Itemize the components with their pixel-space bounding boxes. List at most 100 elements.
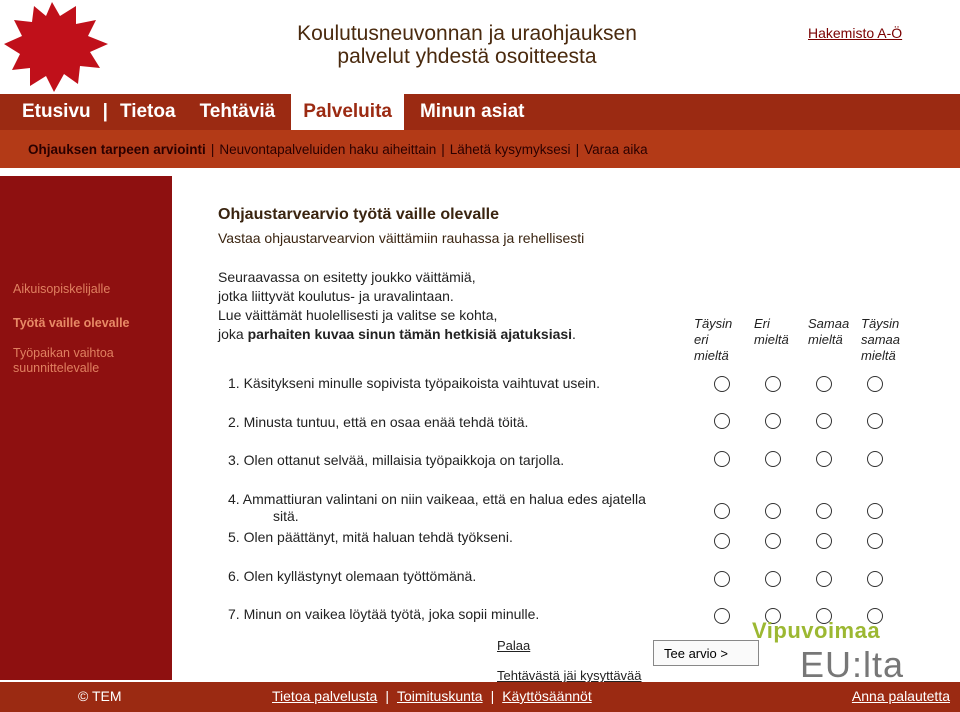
question-text: 3. Olen ottanut selvää, millaisia työpai… xyxy=(228,452,565,468)
eu-logo-top: Vipuvoimaa xyxy=(752,618,881,643)
radio-q1-tays-samaa[interactable] xyxy=(867,376,883,392)
question-text: 7. Minun on vaikea löytää työtä, joka so… xyxy=(228,606,540,622)
radio-q4-tays-eri[interactable] xyxy=(714,503,730,519)
page-title: Ohjaustarvearvio työtä vaille olevalle xyxy=(218,206,500,223)
scale-label: samaa xyxy=(861,332,901,347)
subnav-item-haku[interactable]: Neuvontapalveluiden haku aiheittain xyxy=(219,142,436,157)
subnav-separator: | xyxy=(210,141,215,157)
radio-q5-samaa[interactable] xyxy=(816,533,832,549)
site-title-line2: palvelut yhdestä osoitteesta xyxy=(337,45,597,68)
scale-header-tays-samaa: Täysin samaa mieltä xyxy=(861,316,900,364)
question-text: 6. Olen kyllästynyt olemaan työttömänä. xyxy=(228,568,477,584)
index-link[interactable]: Hakemisto A-Ö xyxy=(808,25,902,41)
nav-item-tehtavia[interactable]: Tehtäviä xyxy=(188,94,288,130)
page-subtitle: Vastaa ohjaustarvearvion väittämiin rauh… xyxy=(218,230,585,246)
question-7: 7. Minun on vaikea löytää työtä, joka so… xyxy=(228,606,539,623)
site-title: Koulutusneuvonnan ja uraohjauksen palvel… xyxy=(262,22,672,68)
footer-separator: | xyxy=(385,688,389,704)
radio-q3-eri[interactable] xyxy=(765,451,781,467)
radio-q4-samaa[interactable] xyxy=(816,503,832,519)
subnav-item-varaa-aika[interactable]: Varaa aika xyxy=(584,142,648,157)
radio-q4-eri[interactable] xyxy=(765,503,781,519)
sidebar: Aikuisopiskelijalle Työtä vaille olevall… xyxy=(0,176,172,680)
radio-q2-tays-samaa[interactable] xyxy=(867,413,883,429)
scale-label: eri xyxy=(694,332,709,347)
sidebar-item-tyopaikan-vaihto[interactable]: Työpaikan vaihtoa xyxy=(13,346,114,361)
question-text: 5. Olen päättänyt, mitä haluan tehdä työ… xyxy=(228,529,513,545)
radio-q3-tays-eri[interactable] xyxy=(714,451,730,467)
intro-emphasis: parhaiten kuvaa sinun tämän hetkisiä aja… xyxy=(247,326,573,342)
footer-separator: | xyxy=(490,688,495,704)
intro-line: Seuraavassa on esitetty joukko väittämiä… xyxy=(218,269,476,285)
sidebar-item-tyota-vaille[interactable]: Työtä vaille olevalle xyxy=(13,316,130,331)
intro-text: Seuraavassa on esitetty joukko väittämiä… xyxy=(218,268,576,344)
scale-label: Samaa xyxy=(808,316,850,331)
scale-header-tays-eri: Täysin eri mieltä xyxy=(694,316,732,364)
scale-label: mieltä xyxy=(808,332,843,347)
radio-q6-eri[interactable] xyxy=(765,571,781,587)
footer-links: Tietoa palvelusta | Toimituskunta | Käyttösä… xyxy=(272,688,592,704)
question-text-wrap: sitä. xyxy=(273,508,299,524)
feedback-link[interactable]: Anna palautetta xyxy=(852,688,950,704)
radio-q4-tays-samaa[interactable] xyxy=(867,503,883,519)
scale-label: mieltä xyxy=(861,348,896,363)
sidebar-item-aikuisopiskelija[interactable]: Aikuisopiskelijalle xyxy=(13,282,110,297)
subnav-separator: | xyxy=(441,141,445,157)
radio-q1-eri[interactable] xyxy=(765,376,781,392)
footer-link-tietoa[interactable]: Tietoa palvelusta xyxy=(272,688,377,704)
subnav-item-arviointi[interactable]: Ohjauksen tarpeen arviointi xyxy=(28,142,206,157)
radio-q7-tays-eri[interactable] xyxy=(714,608,730,624)
back-link[interactable]: Palaa xyxy=(497,638,530,653)
radio-q2-samaa[interactable] xyxy=(816,413,832,429)
subnav-separator: | xyxy=(575,141,580,157)
footer: © TEM Tietoa palvelusta | Toimituskunta | Kä… xyxy=(0,682,960,712)
scale-label: Eri xyxy=(754,316,770,331)
nav-item-etusivu[interactable]: Etusivu xyxy=(0,94,103,130)
radio-q2-tays-eri[interactable] xyxy=(714,413,730,429)
radio-q2-eri[interactable] xyxy=(765,413,781,429)
footer-link-kayttosaannot[interactable]: Käyttösäännöt xyxy=(502,688,592,704)
eu-logo: Vipuvoimaa EU:lta xyxy=(752,618,952,685)
radio-q3-tays-samaa[interactable] xyxy=(867,451,883,467)
nav-item-palveluita[interactable]: Palveluita xyxy=(291,94,404,130)
nav-item-tietoa[interactable]: Tietoa xyxy=(108,94,188,130)
intro-pre: joka xyxy=(218,326,248,342)
footer-link-toimituskunta[interactable]: Toimituskunta xyxy=(397,688,483,704)
question-3: 3. Olen ottanut selvää, millaisia työpai… xyxy=(228,452,564,469)
radio-q1-samaa[interactable] xyxy=(816,376,832,392)
radio-q3-samaa[interactable] xyxy=(816,451,832,467)
scale-header-eri: Eri mieltä xyxy=(754,316,789,348)
copyright: © TEM xyxy=(78,688,122,704)
submit-button[interactable]: Tee arvio > xyxy=(653,640,759,666)
main-nav: Etusivu | Tietoa Tehtäviä Palveluita Min… xyxy=(0,94,960,130)
question-2: 2. Minusta tuntuu, että en osaa enää teh… xyxy=(228,414,528,431)
sub-nav: Ohjauksen tarpeen arviointi | Neuvontapa… xyxy=(0,130,960,168)
scale-label: mieltä xyxy=(694,348,729,363)
subnav-item-laheta[interactable]: Lähetä kysymyksesi xyxy=(450,142,571,157)
scale-label: Täysin xyxy=(861,316,900,331)
question-1: 1. Käsitykseni minulle sopivista työpaik… xyxy=(228,375,600,392)
question-5: 5. Olen päättänyt, mitä haluan tehdä työ… xyxy=(228,529,513,546)
radio-q6-samaa[interactable] xyxy=(816,571,832,587)
question-text: 2. Minusta tuntuu, että en osaa enää teh… xyxy=(228,414,529,430)
radio-q1-tays-eri[interactable] xyxy=(714,376,730,392)
sidebar-item-tyopaikan-vaihto-cont[interactable]: suunnittelevalle xyxy=(13,361,99,376)
intro-post: . xyxy=(572,326,576,342)
radio-q5-tays-eri[interactable] xyxy=(714,533,730,549)
star-logo-icon xyxy=(4,2,108,92)
task-question-link[interactable]: Tehtävästä jäi kysyttävää xyxy=(497,668,642,683)
nav-item-minun-asiat[interactable]: Minun asiat xyxy=(408,94,537,130)
intro-line: jotka liittyvät koulutus- ja uravalintaa… xyxy=(218,288,454,304)
radio-q6-tays-eri[interactable] xyxy=(714,571,730,587)
intro-line: Lue väittämät huolellisesti ja valitse s… xyxy=(218,307,498,323)
question-text: 4. Ammattiuran valintani on niin vaikeaa… xyxy=(228,491,646,507)
question-text: 1. Käsitykseni minulle sopivista työpaik… xyxy=(228,375,600,391)
eu-logo-bottom: EU:lta xyxy=(800,644,905,685)
question-4: 4. Ammattiuran valintani on niin vaikeaa… xyxy=(228,491,646,525)
site-title-line1: Koulutusneuvonnan ja uraohjauksen xyxy=(297,22,637,45)
radio-q5-tays-samaa[interactable] xyxy=(867,533,883,549)
radio-q6-tays-samaa[interactable] xyxy=(867,571,883,587)
radio-q5-eri[interactable] xyxy=(765,533,781,549)
question-6: 6. Olen kyllästynyt olemaan työttömänä. xyxy=(228,568,476,585)
intro-line: joka parhaiten kuvaa sinun tämän hetkisi… xyxy=(218,325,576,344)
